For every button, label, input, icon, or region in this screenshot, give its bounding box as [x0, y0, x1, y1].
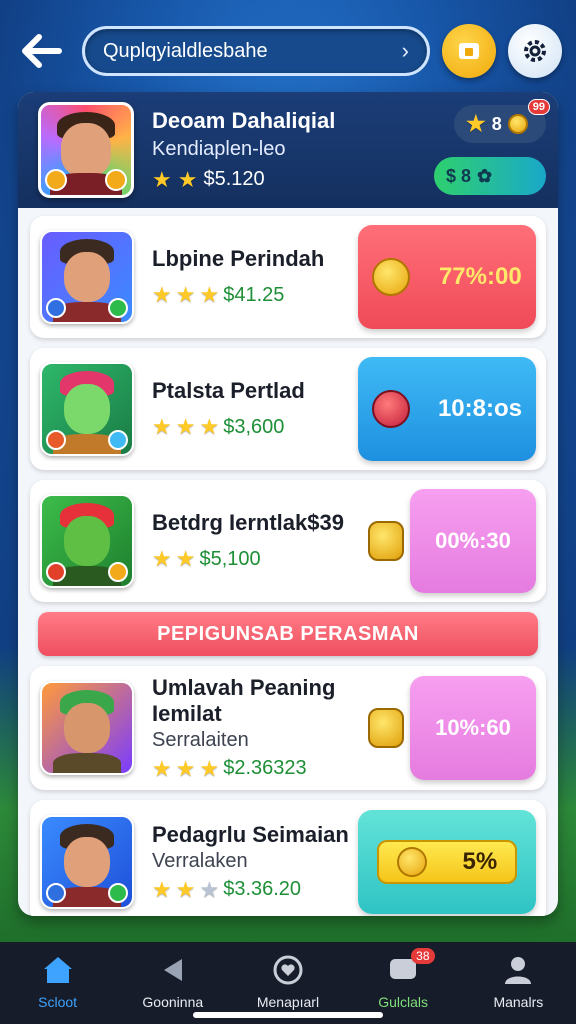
- list-item[interactable]: Pedagrlu Seimaian Verralaken ★ ★ ★ $3.36…: [30, 800, 546, 916]
- deal-button[interactable]: 77%:00: [358, 225, 536, 329]
- store-icon: [459, 43, 479, 59]
- nav-label: Scloot: [38, 994, 78, 1010]
- featured-avatar: [38, 102, 134, 198]
- nav-label: Gulclals: [378, 994, 429, 1010]
- rating-pill[interactable]: ★ 8 99: [454, 99, 550, 143]
- shop-button[interactable]: [442, 24, 496, 78]
- item-price: $5,100: [199, 547, 261, 570]
- item-thumbnail: [40, 230, 134, 324]
- deal-button[interactable]: 10%:60: [410, 676, 536, 780]
- deal-button[interactable]: 5%: [358, 810, 536, 914]
- notification-badge: 38: [411, 948, 435, 964]
- chevron-right-icon: ›: [401, 38, 409, 63]
- featured-subtitle: Kendiaplen-leo: [152, 137, 286, 160]
- star-icon: ★: [199, 282, 220, 307]
- notification-badge: 99: [527, 99, 550, 115]
- item-thumbnail: [40, 362, 134, 456]
- settings-button[interactable]: [508, 24, 562, 78]
- nav-item-profile[interactable]: Manalrs: [468, 952, 568, 1010]
- deal-button[interactable]: 10:8:os: [358, 357, 536, 461]
- gold-bar: 5%: [377, 840, 517, 884]
- star-icon: ★: [175, 282, 196, 307]
- featured-price: $5.120: [203, 168, 265, 190]
- heart-icon: [270, 952, 306, 988]
- list-item[interactable]: Umlavah Peaning Iemilat Serralaiten ★ ★ …: [30, 666, 546, 790]
- star-icon: ★: [152, 282, 172, 307]
- leaf-icon: ✿: [477, 165, 493, 186]
- star-icon: ★: [177, 166, 198, 192]
- back-button[interactable]: [14, 23, 70, 79]
- item-thumbnail: [40, 815, 134, 909]
- star-icon: ★: [175, 755, 196, 781]
- gear-icon: [524, 40, 546, 62]
- item-title: Pedagrlu Seimaian: [152, 821, 349, 847]
- item-subtitle: Verralaken: [152, 849, 248, 872]
- bottom-nav: Scloot Gooninna Menapıarl 38 Gulclals Ma…: [0, 942, 576, 1024]
- deal-label: 10%:60: [435, 715, 511, 740]
- star-icon: ★: [152, 546, 172, 571]
- item-title: Lbpine Perindah: [152, 246, 325, 271]
- nav-item-favorites[interactable]: Menapıarl: [238, 952, 338, 1010]
- home-indicator[interactable]: [193, 1012, 383, 1018]
- item-title: Umlavah Peaning Iemilat: [152, 674, 336, 726]
- star-icon: ★: [466, 111, 486, 136]
- star-icon: ★: [152, 166, 172, 192]
- star-icon: ★: [152, 876, 172, 902]
- gem-icon: [371, 390, 410, 428]
- deal-button[interactable]: 00%:30: [410, 489, 536, 593]
- level-badge-icon: [45, 169, 67, 191]
- star-icon: ★: [175, 414, 196, 439]
- coin-icon: [372, 258, 411, 296]
- list-item[interactable]: Lbpine Perindah ★ ★ ★ $41.25 77%:00: [30, 216, 546, 338]
- play-icon: [155, 952, 191, 988]
- reward-pill[interactable]: $ 8 ✿: [434, 157, 546, 195]
- potion-icon: [368, 521, 404, 561]
- item-subtitle: Serralaiten: [152, 728, 249, 751]
- search-bar[interactable]: Quplqyialdlesbahe ›: [82, 26, 430, 76]
- item-price: $2.36323: [223, 757, 307, 779]
- reward-amount: $ 8: [446, 165, 472, 186]
- star-icon: ★: [175, 876, 196, 902]
- top-bar: Quplqyialdlesbahe ›: [14, 18, 562, 84]
- nav-item-chat[interactable]: 38 Gulclals: [353, 948, 453, 1010]
- star-empty-icon: ★: [199, 876, 220, 902]
- featured-card[interactable]: Deoam Dahaliqial Kendiaplen-leo ★ ★ $5.1…: [18, 92, 558, 208]
- nav-label: Gooninna: [142, 994, 204, 1010]
- item-thumbnail: [40, 494, 134, 588]
- bonus-badge-icon: [105, 169, 127, 191]
- section-banner[interactable]: PEPIGUNSAB PERASMAN: [38, 612, 538, 656]
- rating-count: 8: [491, 113, 502, 134]
- item-price: $41.25: [223, 283, 285, 306]
- nav-label: Manalrs: [493, 994, 544, 1010]
- item-price: $3,600: [223, 415, 285, 438]
- star-icon: ★: [199, 755, 220, 781]
- star-icon: ★: [152, 755, 172, 781]
- deal-label: 10:8:os: [437, 395, 522, 422]
- arrow-left-icon: [22, 34, 62, 68]
- item-price: $3.36.20: [223, 878, 302, 900]
- coin-stack-icon: [396, 847, 427, 877]
- search-text: Quplqyialdlesbahe: [103, 39, 268, 62]
- item-title: Betdrg Ierntlak$39: [152, 510, 344, 535]
- star-icon: ★: [175, 546, 196, 571]
- home-icon: [40, 952, 76, 988]
- star-icon: ★: [199, 414, 220, 439]
- main-panel: Deoam Dahaliqial Kendiaplen-leo ★ ★ $5.1…: [18, 92, 558, 916]
- item-title: Ptalsta Pertlad: [152, 378, 305, 403]
- deal-label: 77%:00: [438, 263, 522, 290]
- offer-list: Lbpine Perindah ★ ★ ★ $41.25 77%:00 Ptal…: [18, 208, 558, 916]
- deal-label: 00%:30: [435, 528, 511, 553]
- profile-icon: [500, 952, 536, 988]
- coin-icon: [507, 114, 528, 134]
- item-thumbnail: [40, 681, 134, 775]
- nav-label: Menapıarl: [256, 994, 320, 1010]
- featured-title: Deoam Dahaliqial: [152, 107, 336, 133]
- nav-item-games[interactable]: Gooninna: [123, 952, 223, 1010]
- star-icon: ★: [152, 414, 172, 439]
- nav-item-home[interactable]: Scloot: [8, 952, 108, 1010]
- deal-label: 5%: [462, 848, 498, 875]
- list-item[interactable]: Betdrg Ierntlak$39 ★ ★ $5,100 00%:30: [30, 480, 546, 602]
- bell-icon: [368, 708, 404, 748]
- list-item[interactable]: Ptalsta Pertlad ★ ★ ★ $3,600 10:8:os: [30, 348, 546, 470]
